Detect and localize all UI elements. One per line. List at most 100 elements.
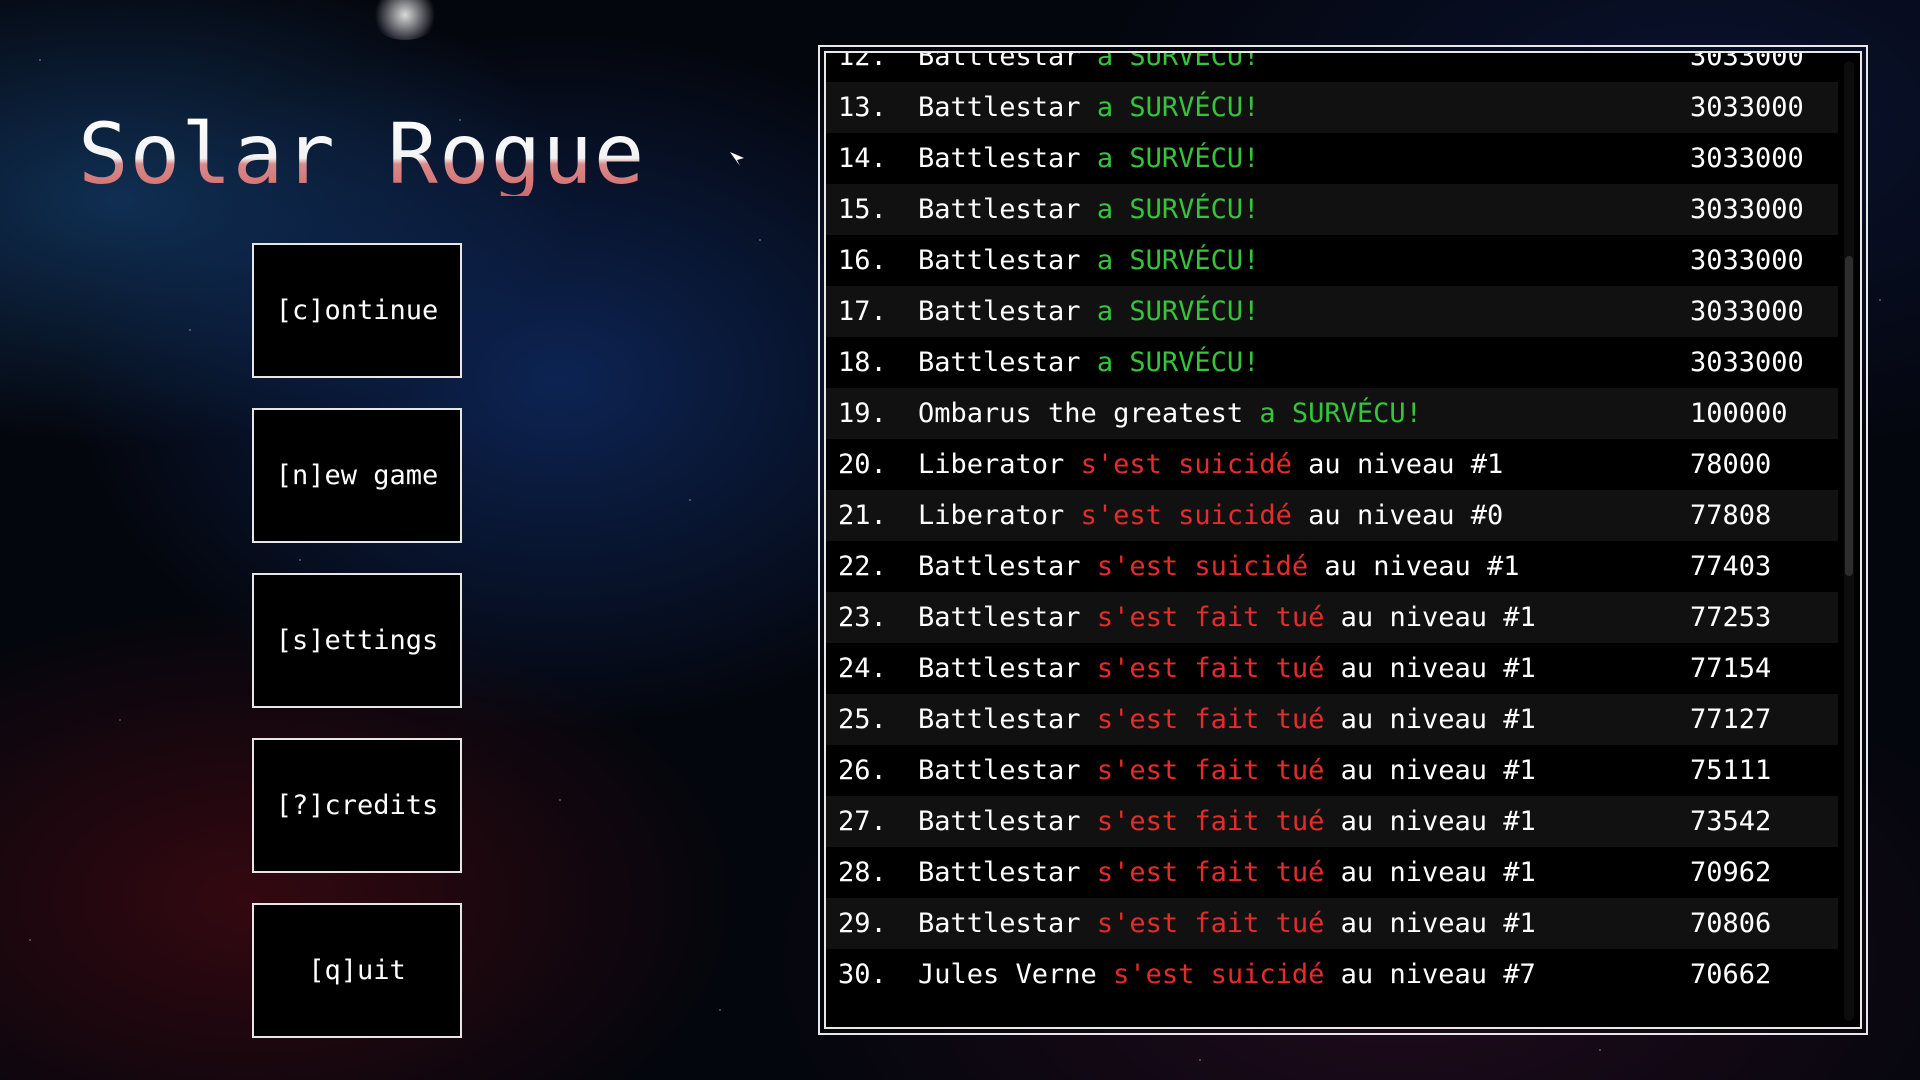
level-suffix: au niveau #1 <box>1340 857 1536 888</box>
score-row: 14. Battlestar a SURVÉCU! 3033000 <box>826 133 1838 184</box>
score-value: 3033000 <box>1690 143 1804 174</box>
fate-status: a SURVÉCU! <box>1096 92 1260 123</box>
score-value: 3033000 <box>1690 51 1804 72</box>
score-rank: 30. <box>838 959 887 990</box>
score-rank: 25. <box>838 704 887 735</box>
score-rank: 21. <box>838 500 887 531</box>
score-rank: 29. <box>838 908 887 939</box>
ship-name: Battlestar <box>918 51 1081 72</box>
level-suffix: au niveau #1 <box>1340 653 1536 684</box>
score-row: 23. Battlestar s'est fait tué au niveau #… <box>826 592 1838 643</box>
score-entry: Battlestar s'est fait tué au niveau #1 <box>918 908 1690 939</box>
score-value: 3033000 <box>1690 194 1804 225</box>
score-entry: Battlestar a SURVÉCU! <box>918 296 1690 327</box>
ship-name: Battlestar <box>918 653 1081 684</box>
level-suffix: au niveau #1 <box>1340 908 1536 939</box>
score-row: 25. Battlestar s'est fait tué au niveau #… <box>826 694 1838 745</box>
fate-status: s'est suicidé <box>1080 449 1292 480</box>
score-row: 30. Jules Verne s'est suicidé au niveau #… <box>826 949 1838 1000</box>
ship-name: Liberator <box>918 449 1065 480</box>
fate-status: a SURVÉCU! <box>1096 245 1260 276</box>
level-suffix: au niveau #7 <box>1340 959 1536 990</box>
level-suffix: au niveau #1 <box>1324 551 1520 582</box>
score-rank: 19. <box>838 398 887 429</box>
score-row: 24. Battlestar s'est fait tué au niveau #… <box>826 643 1838 694</box>
high-scores-list: 12. Battlestar a SURVÉCU! 3033000 13. Battle… <box>826 51 1838 1000</box>
fate-status: a SURVÉCU! <box>1096 347 1260 378</box>
fate-status: s'est suicidé <box>1096 551 1309 582</box>
score-rank: 26. <box>838 755 887 786</box>
new-game-button[interactable]: [n]ew game <box>252 408 462 543</box>
score-entry: Liberator s'est suicidé au niveau #0 <box>918 500 1690 531</box>
score-entry: Battlestar s'est fait tué au niveau #1 <box>918 653 1690 684</box>
ship-name: Battlestar <box>918 347 1081 378</box>
score-value: 75111 <box>1690 755 1772 786</box>
scrollbar[interactable] <box>1844 61 1854 1021</box>
score-entry: Battlestar s'est fait tué au niveau #1 <box>918 755 1690 786</box>
settings-button[interactable]: [s]ettings <box>252 573 462 708</box>
game-title: Solar Rogue <box>78 105 646 203</box>
score-entry: Battlestar a SURVÉCU! <box>918 143 1690 174</box>
score-value: 77403 <box>1690 551 1772 582</box>
score-entry: Battlestar a SURVÉCU! <box>918 194 1690 225</box>
score-row: 21. Liberator s'est suicidé au niveau #0 7… <box>826 490 1838 541</box>
score-value: 70806 <box>1690 908 1772 939</box>
score-row: 13. Battlestar a SURVÉCU! 3033000 <box>826 82 1838 133</box>
score-rank: 20. <box>838 449 887 480</box>
level-suffix: au niveau #1 <box>1340 806 1536 837</box>
fate-status: s'est fait tué <box>1096 806 1325 837</box>
quit-button[interactable]: [q]uit <box>252 903 462 1038</box>
score-row: 20. Liberator s'est suicidé au niveau #1 7… <box>826 439 1838 490</box>
score-row: 17. Battlestar a SURVÉCU! 3033000 <box>826 286 1838 337</box>
score-row: 22. Battlestar s'est suicidé au niveau #1… <box>826 541 1838 592</box>
ship-name: Battlestar <box>918 602 1081 633</box>
score-entry: Battlestar s'est suicidé au niveau #1 <box>918 551 1690 582</box>
fate-status: s'est suicidé <box>1113 959 1325 990</box>
score-row: 26. Battlestar s'est fait tué au niveau #… <box>826 745 1838 796</box>
score-value: 100000 <box>1690 398 1788 429</box>
scrollbar-thumb[interactable] <box>1845 256 1853 576</box>
score-rank: 28. <box>838 857 887 888</box>
ship-name: Battlestar <box>918 908 1081 939</box>
score-entry: Battlestar s'est fait tué au niveau #1 <box>918 806 1690 837</box>
score-value: 3033000 <box>1690 296 1804 327</box>
score-value: 70662 <box>1690 959 1772 990</box>
ship-name: Jules Verne <box>918 959 1097 990</box>
score-row: 12. Battlestar a SURVÉCU! 3033000 <box>826 51 1838 82</box>
ship-name: Battlestar <box>918 296 1081 327</box>
ship-name: Battlestar <box>918 194 1081 225</box>
ship-name: Battlestar <box>918 704 1081 735</box>
score-value: 3033000 <box>1690 92 1804 123</box>
ship-name: Battlestar <box>918 245 1081 276</box>
score-value: 70962 <box>1690 857 1772 888</box>
score-value: 77253 <box>1690 602 1772 633</box>
score-rank: 23. <box>838 602 887 633</box>
score-rank: 12. <box>838 51 887 72</box>
pointer-cursor-icon <box>730 152 744 166</box>
score-row: 29. Battlestar s'est fait tué au niveau #… <box>826 898 1838 949</box>
score-rank: 13. <box>838 92 887 123</box>
score-entry: Battlestar a SURVÉCU! <box>918 245 1690 276</box>
score-entry: Battlestar s'est fait tué au niveau #1 <box>918 857 1690 888</box>
high-scores-list-container[interactable]: 12. Battlestar a SURVÉCU! 3033000 13. Battle… <box>824 51 1862 1029</box>
score-entry: Liberator s'est suicidé au niveau #1 <box>918 449 1690 480</box>
score-rank: 27. <box>838 806 887 837</box>
star-glow <box>370 0 440 40</box>
score-entry: Battlestar a SURVÉCU! <box>918 51 1690 72</box>
score-value: 73542 <box>1690 806 1772 837</box>
ship-name: Battlestar <box>918 806 1081 837</box>
credits-button[interactable]: [?]credits <box>252 738 462 873</box>
score-entry: Jules Verne s'est suicidé au niveau #7 <box>918 959 1690 990</box>
score-row: 16. Battlestar a SURVÉCU! 3033000 <box>826 235 1838 286</box>
continue-button[interactable]: [c]ontinue <box>252 243 462 378</box>
main-menu: [c]ontinue [n]ew game [s]ettings [?]cred… <box>252 243 462 1068</box>
ship-name: Ombarus the greatest <box>918 398 1244 429</box>
level-suffix: au niveau #0 <box>1308 500 1504 531</box>
fate-status: a SURVÉCU! <box>1096 143 1260 174</box>
score-rank: 16. <box>838 245 887 276</box>
score-rank: 17. <box>838 296 887 327</box>
score-entry: Battlestar a SURVÉCU! <box>918 92 1690 123</box>
score-rank: 14. <box>838 143 887 174</box>
score-value: 78000 <box>1690 449 1772 480</box>
fate-status: a SURVÉCU! <box>1096 296 1260 327</box>
